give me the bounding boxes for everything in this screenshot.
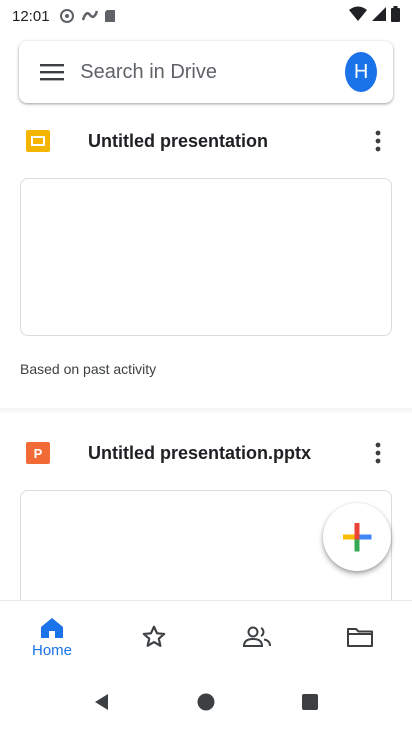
app-notification-icon xyxy=(60,9,74,23)
back-triangle-icon xyxy=(95,694,108,710)
account-avatar[interactable]: H xyxy=(345,52,377,92)
file-row-untitled-presentation[interactable]: Untitled presentation xyxy=(0,119,412,163)
more-options-button[interactable] xyxy=(364,124,392,158)
nav-files[interactable] xyxy=(330,601,390,673)
file-preview-card[interactable] xyxy=(20,178,392,336)
home-icon xyxy=(41,617,63,638)
status-bar: 12:01 xyxy=(0,0,412,32)
nav-starred[interactable] xyxy=(124,601,184,673)
search-input[interactable] xyxy=(80,60,346,84)
nav-home[interactable]: Home xyxy=(18,601,86,673)
system-recents-button[interactable] xyxy=(298,690,322,714)
recents-square-icon xyxy=(302,694,318,710)
media-notification-icon xyxy=(81,9,99,23)
status-time: 12:01 xyxy=(12,7,50,25)
multicolor-plus-icon xyxy=(343,523,372,552)
more-vert-icon xyxy=(375,130,381,152)
google-slides-icon xyxy=(26,130,50,152)
file-row-untitled-presentation-pptx[interactable]: P Untitled presentation.pptx xyxy=(0,431,412,475)
more-vert-icon xyxy=(375,442,381,464)
system-navigation-bar xyxy=(0,672,412,732)
suggestion-caption: Based on past activity xyxy=(20,361,157,377)
powerpoint-file-icon: P xyxy=(26,442,50,464)
battery-icon xyxy=(391,6,400,26)
sd-card-icon xyxy=(104,9,118,23)
nav-shared[interactable] xyxy=(226,601,288,673)
star-icon xyxy=(142,625,166,647)
folder-icon xyxy=(347,628,373,647)
drive-home-screen: 12:01 Search in Drive H Untitled present… xyxy=(0,0,412,732)
system-home-button[interactable] xyxy=(194,690,218,714)
nav-home-label: Home xyxy=(31,641,72,659)
wifi-icon xyxy=(349,6,367,26)
shared-people-icon xyxy=(242,626,271,647)
home-circle-icon xyxy=(197,693,215,711)
system-status-icons xyxy=(349,6,400,26)
search-bar: H xyxy=(19,41,393,103)
bottom-navigation: Home xyxy=(0,600,412,672)
section-divider xyxy=(0,408,412,414)
signal-icon xyxy=(371,6,387,26)
more-options-button[interactable] xyxy=(364,436,392,470)
menu-button[interactable] xyxy=(31,46,72,98)
hamburger-menu-icon xyxy=(39,64,64,81)
notification-icons xyxy=(60,9,118,23)
new-item-fab[interactable] xyxy=(323,503,391,571)
file-name: Untitled presentation.pptx xyxy=(88,442,312,463)
system-back-button[interactable] xyxy=(89,690,113,714)
file-name: Untitled presentation xyxy=(88,130,269,151)
